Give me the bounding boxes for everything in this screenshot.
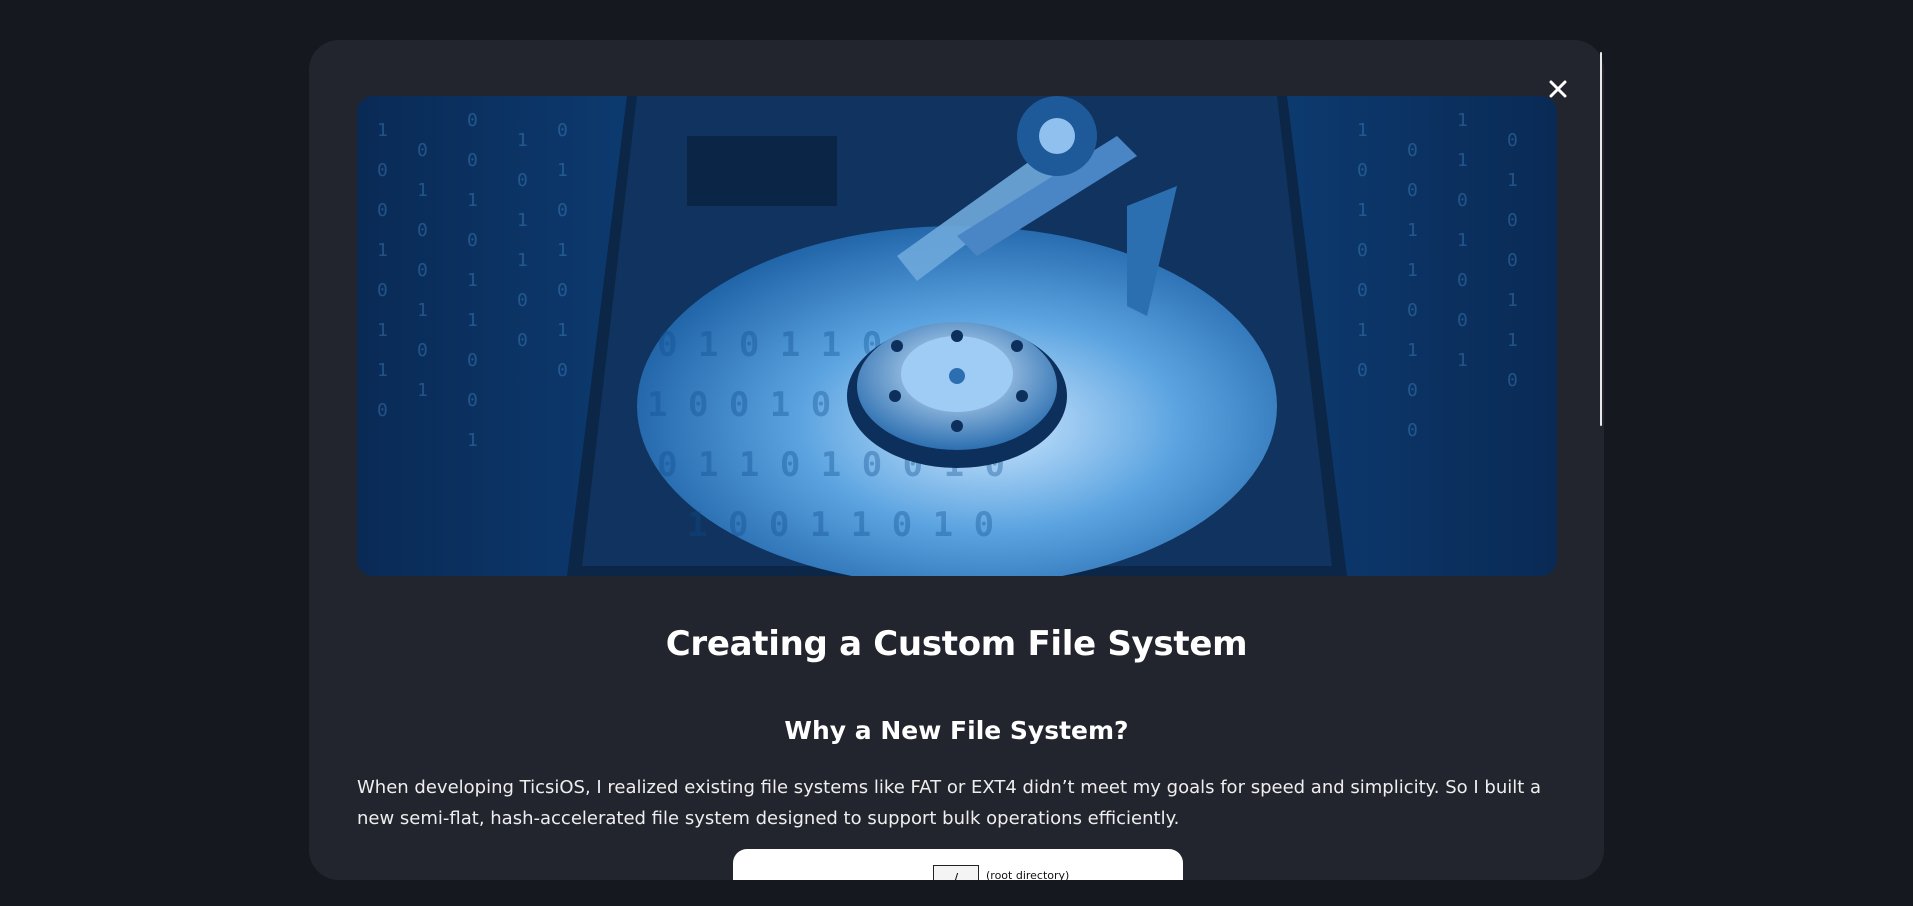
svg-text:0: 0 bbox=[1407, 300, 1418, 321]
close-button[interactable] bbox=[1541, 72, 1575, 106]
svg-text:1: 1 bbox=[557, 320, 568, 341]
svg-text:0: 0 bbox=[377, 160, 388, 181]
svg-text:0: 0 bbox=[1407, 420, 1418, 441]
svg-text:1: 1 bbox=[1507, 290, 1518, 311]
svg-text:0: 0 bbox=[377, 280, 388, 301]
close-icon bbox=[1549, 80, 1567, 98]
svg-text:0: 0 bbox=[377, 200, 388, 221]
svg-text:1: 1 bbox=[377, 360, 388, 381]
svg-text:0: 0 bbox=[557, 360, 568, 381]
svg-text:1: 1 bbox=[1357, 200, 1368, 221]
svg-text:1: 1 bbox=[467, 270, 478, 291]
svg-text:0: 0 bbox=[1357, 360, 1368, 381]
svg-text:0: 0 bbox=[1407, 180, 1418, 201]
svg-text:0: 0 bbox=[1457, 190, 1468, 211]
svg-text:0: 0 bbox=[377, 400, 388, 421]
svg-text:1: 1 bbox=[417, 300, 428, 321]
svg-text:1: 1 bbox=[377, 320, 388, 341]
svg-text:0: 0 bbox=[1407, 380, 1418, 401]
svg-text:1: 1 bbox=[417, 180, 428, 201]
svg-text:0: 0 bbox=[517, 330, 528, 351]
svg-text:0: 0 bbox=[417, 260, 428, 281]
svg-text:1: 1 bbox=[1407, 340, 1418, 361]
svg-text:0: 0 bbox=[467, 390, 478, 411]
svg-text:0: 0 bbox=[517, 170, 528, 191]
svg-text:1: 1 bbox=[1457, 150, 1468, 171]
svg-text:1: 1 bbox=[1507, 330, 1518, 351]
svg-text:1: 1 bbox=[517, 130, 528, 151]
svg-text:1: 1 bbox=[1407, 260, 1418, 281]
svg-text:0: 0 bbox=[1357, 240, 1368, 261]
svg-text:0: 0 bbox=[517, 290, 528, 311]
svg-text:1: 1 bbox=[467, 190, 478, 211]
svg-text:1: 1 bbox=[417, 380, 428, 401]
svg-text:0: 0 bbox=[417, 140, 428, 161]
section-heading: Why a New File System? bbox=[784, 716, 1129, 745]
svg-text:0: 0 bbox=[417, 340, 428, 361]
svg-text:1: 1 bbox=[1357, 320, 1368, 341]
article-modal: 1 0 0 1 0 1 1 0 0 1 0 0 1 0 1 0 0 1 0 1 1 0 0 1 1 0 1 1 0 0 0 1 0 1 0 1… bbox=[309, 40, 1604, 880]
svg-text:0: 0 bbox=[1507, 370, 1518, 391]
svg-text:1: 1 bbox=[377, 120, 388, 141]
svg-text:0: 0 bbox=[1457, 310, 1468, 331]
svg-text:0: 0 bbox=[1507, 130, 1518, 151]
root-directory-label: (root directory) bbox=[986, 869, 1070, 880]
svg-text:1: 1 bbox=[557, 160, 568, 181]
svg-text:0: 0 bbox=[1407, 140, 1418, 161]
svg-text:1: 1 bbox=[517, 210, 528, 231]
article-paragraph: When developing TicsiOS, I realized exis… bbox=[357, 777, 1542, 829]
root-directory-box: / bbox=[933, 865, 979, 880]
svg-text:1: 1 bbox=[1457, 350, 1468, 371]
svg-text:1: 1 bbox=[1407, 220, 1418, 241]
svg-text:0: 0 bbox=[467, 230, 478, 251]
svg-text:0: 0 bbox=[417, 220, 428, 241]
svg-text:1: 1 bbox=[1507, 170, 1518, 191]
modal-scrollbar[interactable] bbox=[1600, 52, 1602, 426]
svg-text:1: 1 bbox=[557, 240, 568, 261]
svg-text:0: 0 bbox=[557, 200, 568, 221]
file-system-diagram: / (root directory) bbox=[733, 849, 1183, 880]
svg-text:0: 0 bbox=[1507, 250, 1518, 271]
svg-text:0: 0 bbox=[1357, 280, 1368, 301]
svg-text:0: 0 bbox=[557, 120, 568, 141]
svg-text:1: 1 bbox=[1457, 110, 1468, 131]
svg-text:0: 0 bbox=[1357, 160, 1368, 181]
svg-text:0: 0 bbox=[467, 110, 478, 131]
svg-text:0: 0 bbox=[467, 150, 478, 171]
svg-text:1 0 0 1 1 0 1 0: 1 0 0 1 1 0 1 0 bbox=[687, 505, 994, 545]
svg-text:0: 0 bbox=[557, 280, 568, 301]
article-title: Creating a Custom File System bbox=[665, 624, 1248, 664]
svg-text:0: 0 bbox=[467, 350, 478, 371]
svg-text:0: 0 bbox=[1507, 210, 1518, 231]
svg-text:1: 1 bbox=[467, 310, 478, 331]
hero-image: 1 0 0 1 0 1 1 0 0 1 0 0 1 0 1 0 0 1 0 1 1 0 0 1 1 0 1 1 0 0 0 1 0 1 0 1… bbox=[357, 96, 1557, 576]
svg-text:1: 1 bbox=[1357, 120, 1368, 141]
svg-text:1: 1 bbox=[467, 430, 478, 451]
svg-text:1: 1 bbox=[377, 240, 388, 261]
svg-text:0: 0 bbox=[1457, 270, 1468, 291]
svg-text:1: 1 bbox=[517, 250, 528, 271]
svg-text:1: 1 bbox=[1457, 230, 1468, 251]
